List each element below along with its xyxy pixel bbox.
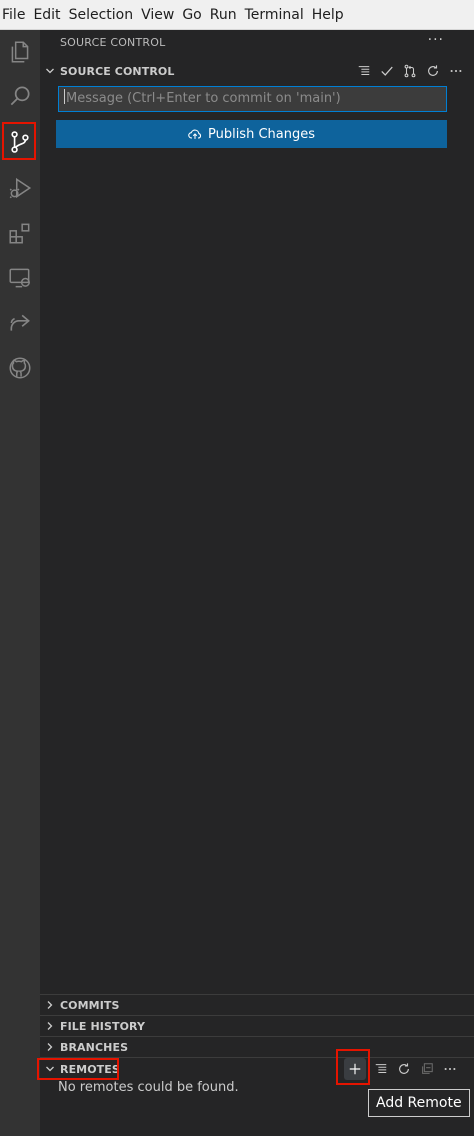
commit-check-icon[interactable] xyxy=(378,62,395,80)
remotes-empty-message: No remotes could be found. xyxy=(58,1080,239,1095)
activity-search[interactable] xyxy=(0,74,40,118)
highlight-box xyxy=(37,1058,119,1080)
menu-terminal[interactable]: Terminal xyxy=(243,0,308,30)
highlight-box xyxy=(336,1049,370,1085)
run-debug-icon xyxy=(9,177,32,199)
search-icon xyxy=(10,86,30,106)
commit-placeholder: Message (Ctrl+Enter to commit on 'main') xyxy=(66,91,341,106)
menu-view[interactable]: View xyxy=(139,0,178,30)
files-icon xyxy=(11,41,29,63)
chevron-right-icon xyxy=(40,1000,60,1010)
cloud-upload-icon xyxy=(188,129,201,139)
file-history-section-header[interactable]: FILE HISTORY xyxy=(40,1015,474,1037)
collapse-all-button[interactable] xyxy=(419,1060,435,1078)
branches-section-header[interactable]: BRANCHES xyxy=(40,1036,474,1058)
extensions-icon xyxy=(9,223,30,244)
section-title: SOURCE CONTROL xyxy=(60,64,175,78)
sidebar: SOURCE CONTROL ··· SOURCE CONTROL Messag… xyxy=(37,30,474,1136)
activity-run-debug[interactable] xyxy=(0,166,40,210)
activity-extensions[interactable] xyxy=(0,211,40,255)
live-share-icon xyxy=(10,314,30,331)
source-control-section-header[interactable]: SOURCE CONTROL xyxy=(40,60,474,82)
remote-explorer-icon xyxy=(9,268,30,288)
commit-message-input[interactable]: Message (Ctrl+Enter to commit on 'main') xyxy=(58,86,447,112)
chevron-right-icon xyxy=(40,1042,60,1052)
refresh-remotes-button[interactable] xyxy=(396,1060,412,1078)
chevron-right-icon xyxy=(40,1021,60,1031)
collapse-all-icon xyxy=(422,1063,433,1074)
add-remote-tooltip: Add Remote xyxy=(368,1089,470,1117)
github-icon xyxy=(9,357,31,379)
more-icon xyxy=(444,1067,456,1071)
menu-selection[interactable]: Selection xyxy=(67,0,138,30)
publish-changes-button[interactable]: Publish Changes xyxy=(56,120,447,148)
commits-section-header[interactable]: COMMITS xyxy=(40,994,474,1016)
menu-edit[interactable]: Edit xyxy=(31,0,64,30)
more-actions-icon[interactable]: ··· xyxy=(428,32,444,48)
refresh-icon[interactable] xyxy=(424,62,441,80)
menu-help[interactable]: Help xyxy=(310,0,348,30)
view-as-list-icon xyxy=(375,1064,387,1074)
menu-run[interactable]: Run xyxy=(208,0,241,30)
activity-live-share[interactable] xyxy=(0,301,40,345)
text-caret xyxy=(64,89,65,104)
highlight-box xyxy=(2,122,36,160)
activity-github[interactable] xyxy=(0,346,40,390)
pull-request-icon[interactable] xyxy=(401,62,418,80)
publish-label: Publish Changes xyxy=(207,126,315,142)
more-icon[interactable] xyxy=(447,62,464,80)
source-control-actions xyxy=(355,60,464,82)
activity-bar xyxy=(0,30,40,1136)
view-title: SOURCE CONTROL xyxy=(60,36,166,49)
section-title: FILE HISTORY xyxy=(60,1019,146,1033)
activity-remote-explorer[interactable] xyxy=(0,256,40,300)
chevron-down-icon xyxy=(40,66,60,76)
view-as-tree-icon[interactable] xyxy=(355,62,372,80)
section-title: COMMITS xyxy=(60,998,120,1012)
more-remotes-button[interactable] xyxy=(442,1060,458,1078)
refresh-icon xyxy=(399,1063,409,1074)
activity-explorer[interactable] xyxy=(0,30,40,74)
section-title: BRANCHES xyxy=(60,1040,129,1054)
activity-source-control[interactable] xyxy=(0,120,40,164)
menu-bar: File Edit Selection View Go Run Terminal… xyxy=(0,0,474,30)
view-as-list-button[interactable] xyxy=(373,1060,389,1078)
menu-file[interactable]: File xyxy=(0,0,29,30)
menu-go[interactable]: Go xyxy=(180,0,205,30)
